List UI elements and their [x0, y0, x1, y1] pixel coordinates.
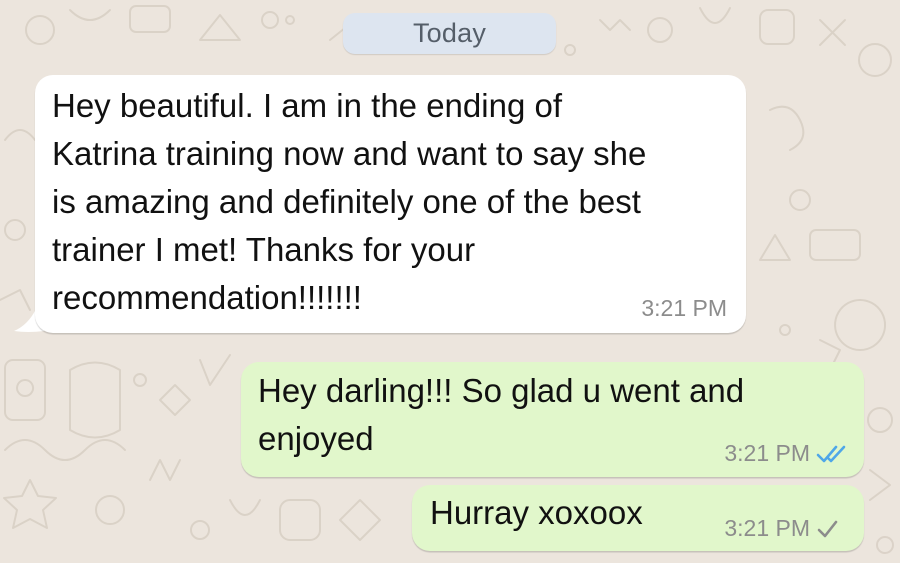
message-meta: 3:21 PM	[641, 295, 727, 322]
outgoing-message-bubble[interactable]: Hurray xoxoox 3:21 PM	[412, 485, 864, 551]
message-time: 3:21 PM	[641, 295, 727, 321]
message-meta: 3:21 PM	[724, 515, 838, 542]
message-meta: 3:21 PM	[724, 440, 848, 467]
single-check-icon	[817, 520, 838, 537]
incoming-message-bubble[interactable]: Hey beautiful. I am in the ending of Kat…	[35, 75, 746, 333]
outgoing-message-bubble[interactable]: Hey darling!!! So glad u went and enjoye…	[241, 362, 864, 477]
message-text: Hey beautiful. I am in the ending of Kat…	[52, 87, 647, 316]
message-time: 3:21 PM	[724, 440, 810, 466]
date-separator-label: Today	[412, 18, 487, 48]
message-time: 3:21 PM	[724, 515, 810, 541]
double-check-icon	[816, 445, 846, 462]
date-separator: Today	[343, 13, 556, 54]
